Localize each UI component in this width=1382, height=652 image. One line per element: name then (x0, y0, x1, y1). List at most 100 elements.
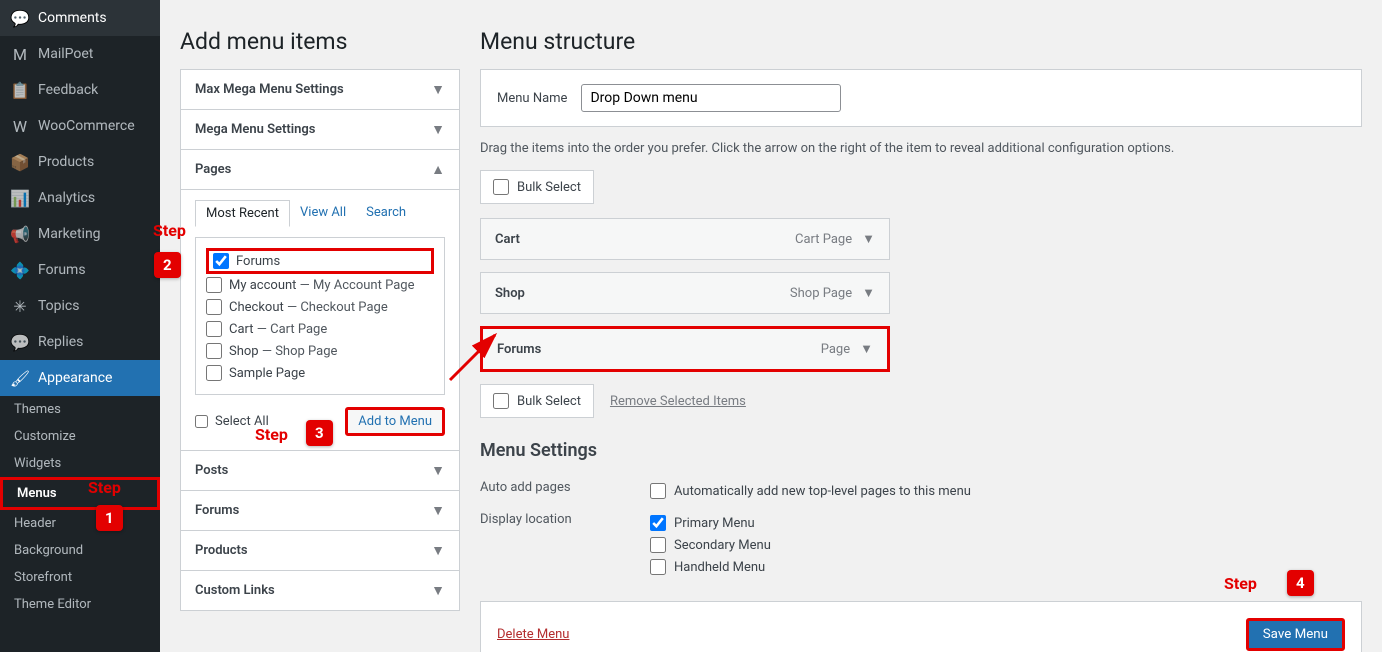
chevron-down-icon[interactable]: ▼ (860, 341, 873, 357)
menu-item-label: Cart (495, 232, 520, 247)
step-label-4: Step (1224, 574, 1257, 593)
submenu-item-storefront[interactable]: Storefront (0, 564, 160, 591)
sidebar-item-feedback[interactable]: 📋Feedback (0, 72, 160, 108)
main-content: Add menu items Max Mega Menu Settings▼Me… (160, 0, 1382, 652)
page-row-shop[interactable]: Shop — Shop Page (206, 340, 434, 362)
submenu-item-widgets[interactable]: Widgets (0, 450, 160, 477)
sidebar-label: Feedback (38, 82, 98, 98)
sidebar-item-marketing[interactable]: 📢Marketing (0, 216, 160, 252)
caret-icon: ▼ (431, 542, 445, 559)
accordion-header-pages[interactable]: Pages▲ (181, 149, 459, 189)
accordion-label: Posts (195, 463, 228, 478)
menu-structure-column: Menu structure Menu Name Drag the items … (480, 10, 1362, 652)
accordion-header-max-mega-menu-settings[interactable]: Max Mega Menu Settings▼ (181, 70, 459, 109)
menu-item-cart[interactable]: CartCart Page ▼ (480, 218, 890, 260)
submenu-item-themes[interactable]: Themes (0, 396, 160, 423)
menu-item-type: Shop Page ▼ (790, 285, 875, 301)
auto-add-label: Auto add pages (480, 480, 650, 502)
sidebar-item-replies[interactable]: 💬Replies (0, 324, 160, 360)
page-label: My account — My Account Page (229, 278, 414, 293)
display-option-primary-menu[interactable]: Primary Menu (650, 512, 771, 534)
submenu-item-theme-editor[interactable]: Theme Editor (0, 591, 160, 618)
menu-structure-title: Menu structure (480, 28, 1362, 55)
sidebar-item-products[interactable]: 📦 Products (0, 144, 160, 180)
menu-name-input[interactable] (581, 84, 841, 112)
display-label: Handheld Menu (674, 560, 765, 575)
page-checkbox[interactable] (206, 277, 222, 293)
auto-add-checkbox[interactable] (650, 483, 666, 499)
page-row-forums[interactable]: Forums (206, 248, 434, 274)
sidebar-label: Topics (38, 298, 79, 314)
select-all-checkbox[interactable] (195, 415, 208, 428)
sidebar-label: Replies (38, 334, 83, 350)
sidebar-item-analytics[interactable]: 📊Analytics (0, 180, 160, 216)
tab-most-recent[interactable]: Most Recent (195, 200, 290, 227)
sidebar-item-forums[interactable]: 💠Forums (0, 252, 160, 288)
sidebar-icon: ✳ (10, 296, 30, 316)
save-menu-button[interactable]: Save Menu (1246, 618, 1345, 651)
menu-item-shop[interactable]: Shop Shop Page ▼ (480, 272, 890, 314)
sidebar-icon: 📦 (10, 152, 30, 172)
sidebar-label: Comments (38, 10, 107, 26)
accordion-header-posts[interactable]: Posts▼ (181, 450, 459, 490)
bulk-select-checkbox[interactable] (493, 179, 509, 195)
chevron-down-icon[interactable]: ▼ (862, 285, 875, 301)
sidebar-item-woocommerce[interactable]: WWooCommerce (0, 108, 160, 144)
tab-search[interactable]: Search (356, 200, 416, 227)
sidebar-icon: W (10, 116, 30, 136)
sidebar-item-mailpoet[interactable]: MMailPoet (0, 36, 160, 72)
menu-item-forums[interactable]: ForumsPage ▼ (480, 326, 890, 372)
submenu-item-header[interactable]: Header (0, 510, 160, 537)
page-checkbox[interactable] (213, 253, 229, 269)
page-checkbox[interactable] (206, 343, 222, 359)
sidebar-label: Products (38, 154, 94, 170)
sidebar-item-comments[interactable]: 💬 Comments (0, 0, 160, 36)
instruction-text: Drag the items into the order you prefer… (480, 127, 1362, 170)
add-to-menu-button[interactable]: Add to Menu (345, 407, 445, 436)
page-checkbox[interactable] (206, 321, 222, 337)
display-checkbox[interactable] (650, 515, 666, 531)
display-option-secondary-menu[interactable]: Secondary Menu (650, 534, 771, 556)
caret-icon: ▼ (431, 502, 445, 519)
accordion-header-mega-menu-settings[interactable]: Mega Menu Settings▼ (181, 109, 459, 149)
bulk-select-checkbox-2[interactable] (493, 393, 509, 409)
display-label: Primary Menu (674, 516, 755, 531)
page-checkbox[interactable] (206, 365, 222, 381)
sidebar-item-appearance[interactable]: 🖌Appearance (0, 360, 160, 396)
auto-add-option[interactable]: Automatically add new top-level pages to… (650, 480, 971, 502)
submenu-item-menus[interactable]: Menus (0, 477, 160, 510)
sidebar-label: MailPoet (38, 46, 93, 62)
display-option-handheld-menu[interactable]: Handheld Menu (650, 556, 771, 578)
bulk-select-bottom[interactable]: Bulk Select (480, 384, 594, 418)
page-checkbox[interactable] (206, 299, 222, 315)
auto-add-text: Automatically add new top-level pages to… (674, 484, 971, 499)
add-items-title: Add menu items (180, 28, 460, 55)
page-row-my-account[interactable]: My account — My Account Page (206, 274, 434, 296)
display-location-label: Display location (480, 512, 650, 578)
accordion-label: Products (195, 543, 248, 558)
display-checkbox[interactable] (650, 559, 666, 575)
delete-menu-link[interactable]: Delete Menu (497, 627, 569, 642)
sidebar-item-topics[interactable]: ✳ Topics (0, 288, 160, 324)
display-checkbox[interactable] (650, 537, 666, 553)
admin-sidebar: 💬CommentsMMailPoet📋FeedbackWWooCommerce📦… (0, 0, 160, 652)
tab-view-all[interactable]: View All (290, 200, 356, 227)
page-label: Checkout — Checkout Page (229, 300, 388, 315)
bulk-select-top[interactable]: Bulk Select (480, 170, 594, 204)
sidebar-label: Appearance (38, 370, 112, 386)
submenu-item-customize[interactable]: Customize (0, 423, 160, 450)
accordion-header-forums[interactable]: Forums▼ (181, 490, 459, 530)
accordion-header-products[interactable]: Products ▼ (181, 530, 459, 570)
menu-item-label: Shop (495, 286, 525, 301)
remove-selected-link[interactable]: Remove Selected Items (610, 394, 746, 409)
sidebar-icon: 💬 (10, 8, 30, 28)
submenu-item-background[interactable]: Background (0, 537, 160, 564)
page-row-cart[interactable]: Cart — Cart Page (206, 318, 434, 340)
menu-name-label: Menu Name (497, 91, 567, 106)
page-row-checkout[interactable]: Checkout — Checkout Page (206, 296, 434, 318)
menu-item-label: Forums (497, 342, 541, 357)
step-badge-1: 1 (96, 505, 123, 531)
accordion-header-custom-links[interactable]: Custom Links▼ (181, 570, 459, 610)
chevron-down-icon[interactable]: ▼ (862, 231, 875, 247)
page-row-sample-page[interactable]: Sample Page (206, 362, 434, 384)
